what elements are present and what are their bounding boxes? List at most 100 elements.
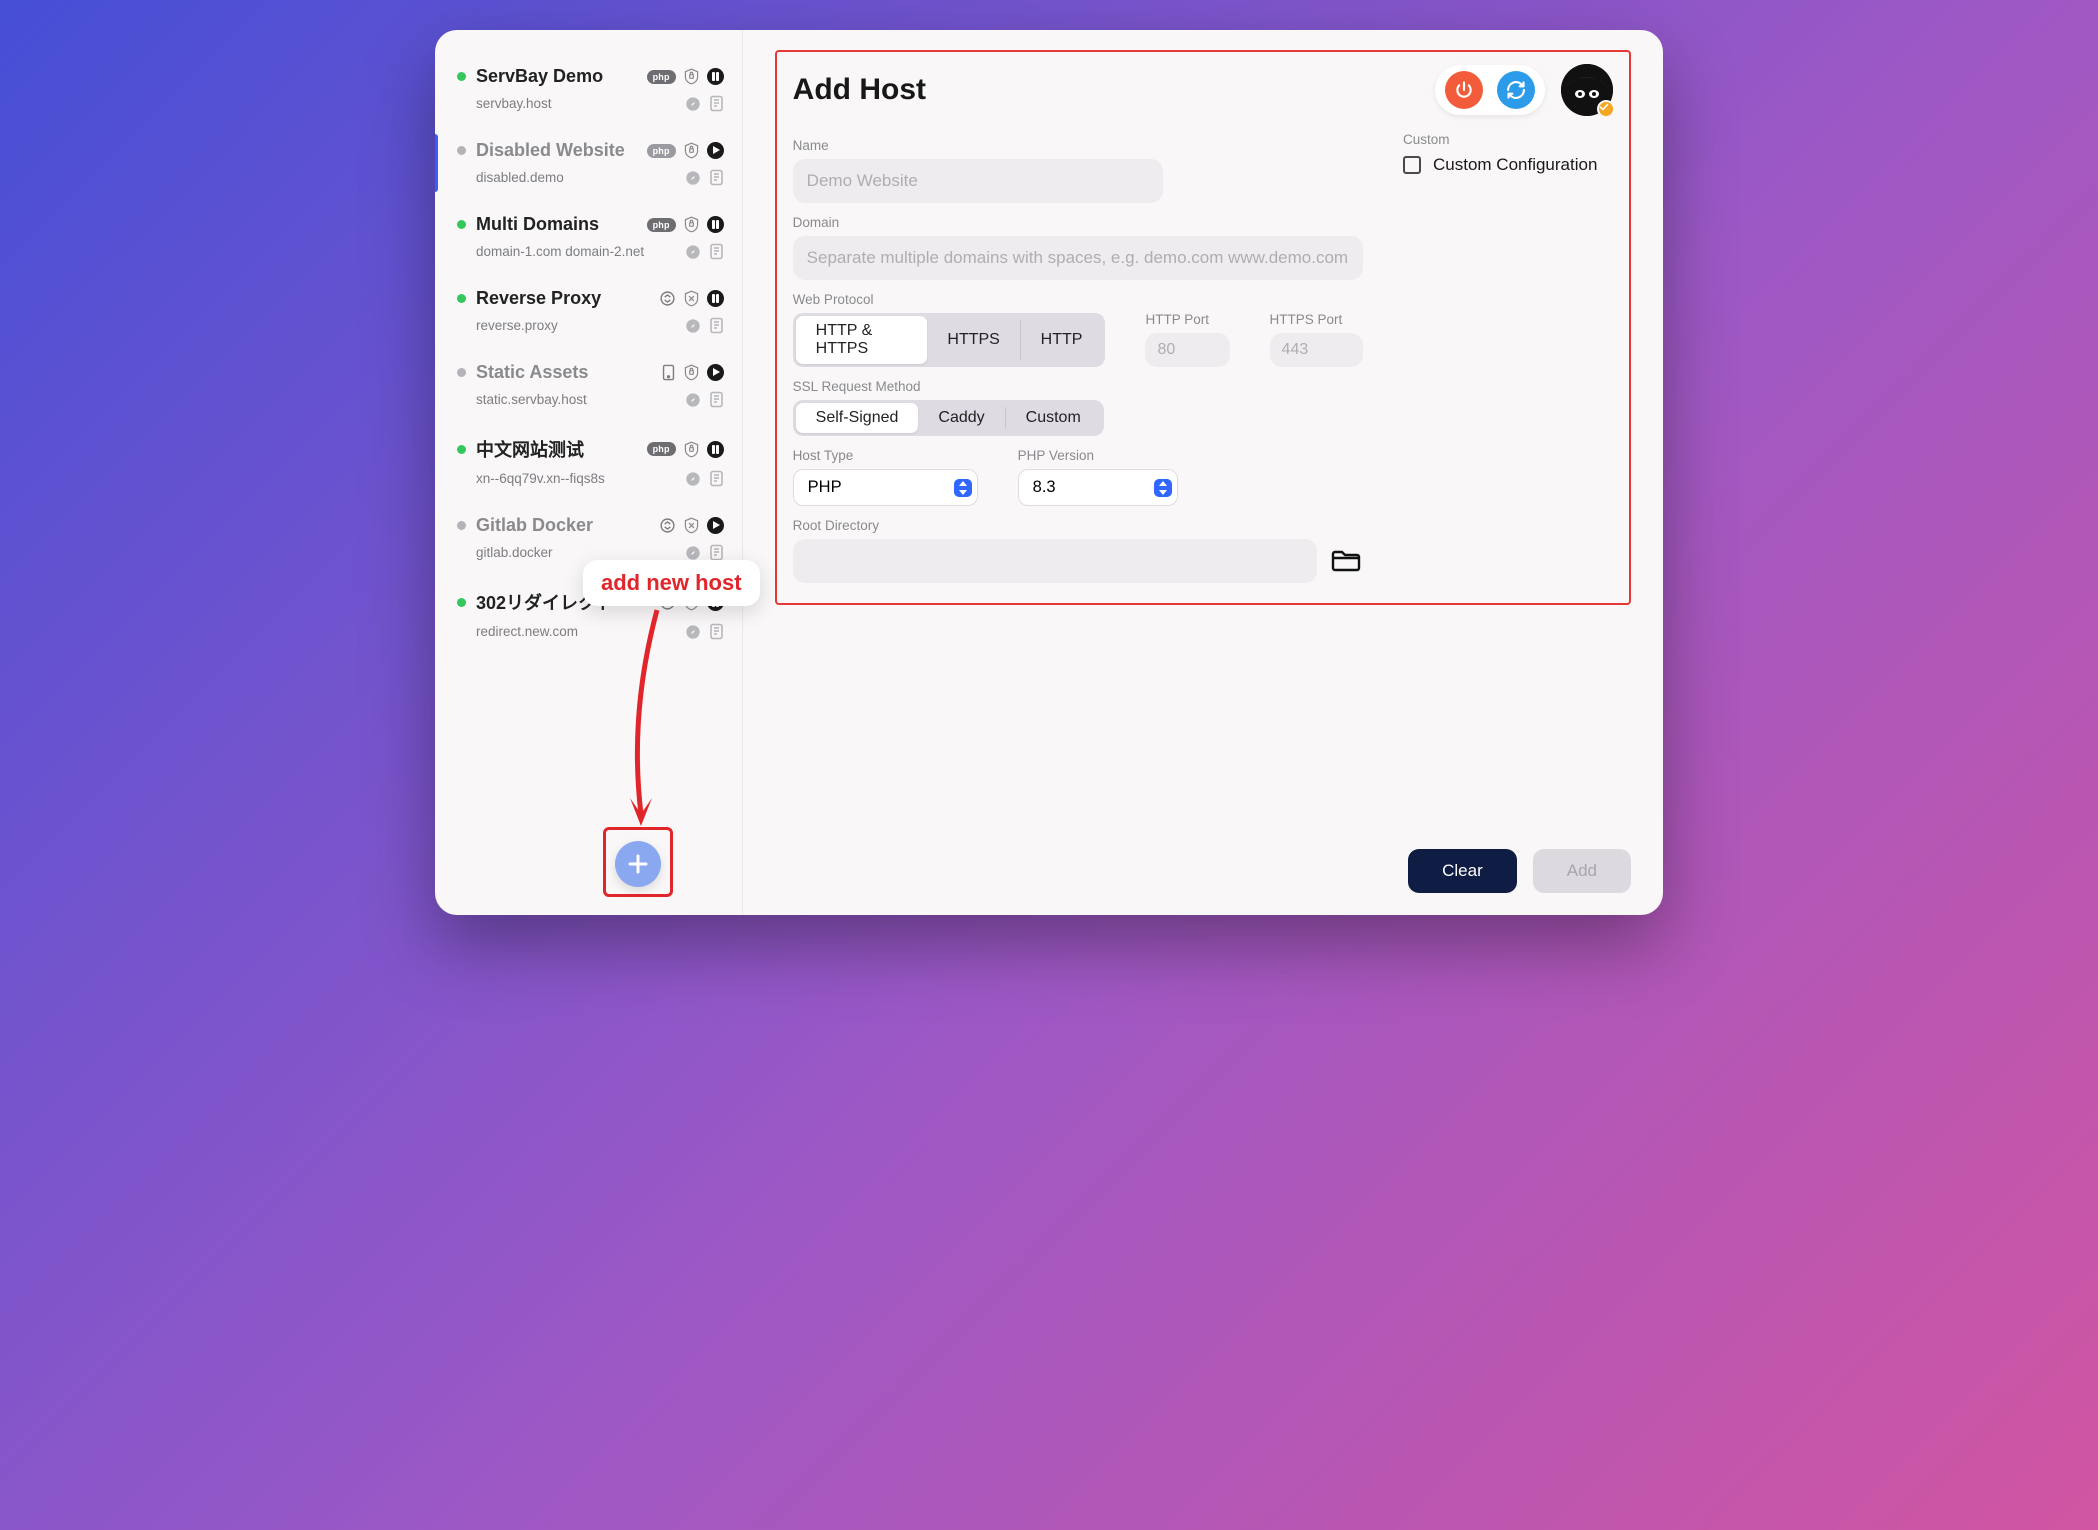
sidebar-host-item[interactable]: Disabled Website php disabled.demo <box>435 126 742 200</box>
verified-badge-icon <box>1597 100 1615 118</box>
add-button[interactable]: Add <box>1533 849 1631 893</box>
status-dot-icon <box>457 294 466 303</box>
compass-icon[interactable] <box>685 318 701 334</box>
host-mini-icons <box>685 169 724 186</box>
ssl-method-segmented: Self-Signed Caddy Custom <box>793 400 1104 436</box>
user-avatar[interactable] <box>1561 64 1613 116</box>
https-port-input[interactable] <box>1270 333 1363 367</box>
ssl-option-self-signed[interactable]: Self-Signed <box>796 403 919 433</box>
host-badges: php <box>647 68 724 85</box>
note-icon[interactable] <box>709 544 724 561</box>
compass-icon[interactable] <box>685 545 701 561</box>
redirect-icon <box>659 594 676 611</box>
custom-config-checkbox[interactable] <box>1403 156 1421 174</box>
form-header: Add Host <box>793 64 1613 116</box>
root-directory-input[interactable] <box>793 539 1317 583</box>
play-button[interactable] <box>707 364 724 381</box>
play-button[interactable] <box>707 517 724 534</box>
host-badges <box>659 594 724 611</box>
host-type-label: Host Type <box>793 448 978 463</box>
status-dot-icon <box>457 598 466 607</box>
custom-section-label: Custom <box>1403 132 1613 147</box>
host-type-value: PHP <box>808 478 842 496</box>
chevron-updown-icon <box>1154 479 1172 497</box>
status-dot-icon <box>457 72 466 81</box>
form-footer: Clear Add <box>775 829 1631 893</box>
web-protocol-segmented: HTTP & HTTPS HTTPS HTTP <box>793 313 1106 367</box>
choose-folder-button[interactable] <box>1329 544 1363 578</box>
power-button[interactable] <box>1445 71 1483 109</box>
host-domain: servbay.host <box>476 96 675 111</box>
compass-icon[interactable] <box>685 170 701 186</box>
compass-icon[interactable] <box>685 96 701 112</box>
status-dot-icon <box>457 146 466 155</box>
host-title: Static Assets <box>476 362 651 383</box>
sidebar-host-item[interactable]: 302リダイレクト redirect.new.com <box>435 575 742 654</box>
host-type-select[interactable]: PHP <box>793 469 978 506</box>
compass-icon[interactable] <box>685 392 701 408</box>
domain-label: Domain <box>793 215 1363 230</box>
host-mini-icons <box>685 243 724 260</box>
pause-button[interactable] <box>707 290 724 307</box>
pause-button[interactable] <box>707 594 724 611</box>
web-protocol-label: Web Protocol <box>793 292 1106 307</box>
host-badges <box>659 517 724 534</box>
pause-button[interactable] <box>707 216 724 233</box>
host-mini-icons <box>685 391 724 408</box>
domain-input[interactable] <box>793 236 1363 280</box>
php-badge-icon: php <box>647 442 676 456</box>
play-button[interactable] <box>707 142 724 159</box>
status-dot-icon <box>457 368 466 377</box>
note-icon[interactable] <box>709 169 724 186</box>
reload-icon <box>1506 80 1526 100</box>
sidebar-host-item[interactable]: 中文网站测试 php xn--6qq79v.xn--fiqs8s <box>435 422 742 501</box>
add-host-button[interactable] <box>615 841 661 887</box>
http-port-input[interactable] <box>1145 333 1229 367</box>
host-badges <box>661 364 724 381</box>
ssl-option-caddy[interactable]: Caddy <box>918 403 1004 433</box>
http-port-label: HTTP Port <box>1145 312 1229 327</box>
reload-button[interactable] <box>1497 71 1535 109</box>
https-port-label: HTTPS Port <box>1270 312 1363 327</box>
compass-icon[interactable] <box>685 244 701 260</box>
main-panel: Add Host <box>743 30 1663 915</box>
host-mini-icons <box>685 470 724 487</box>
host-domain: reverse.proxy <box>476 318 675 333</box>
status-dot-icon <box>457 521 466 530</box>
shield-icon <box>684 216 699 233</box>
protocol-option-https[interactable]: HTTPS <box>927 316 1019 364</box>
shield-icon <box>684 364 699 381</box>
sidebar-host-item[interactable]: Static Assets static.servbay.host <box>435 348 742 422</box>
php-badge-icon: php <box>647 144 676 158</box>
pause-button[interactable] <box>707 68 724 85</box>
sidebar-host-item[interactable]: ServBay Demo php servbay.host <box>435 52 742 126</box>
clear-button[interactable]: Clear <box>1408 849 1517 893</box>
host-title: Reverse Proxy <box>476 288 649 309</box>
php-badge-icon: php <box>647 218 676 232</box>
protocol-option-http-https[interactable]: HTTP & HTTPS <box>796 316 928 364</box>
note-icon[interactable] <box>709 623 724 640</box>
host-domain: redirect.new.com <box>476 624 675 639</box>
note-icon[interactable] <box>709 95 724 112</box>
host-badges: php <box>647 216 724 233</box>
form-column-main: Name Domain Web Protocol HTTP & HTTPS HT… <box>793 132 1363 583</box>
note-icon[interactable] <box>709 317 724 334</box>
host-domain: gitlab.docker <box>476 545 675 560</box>
compass-icon[interactable] <box>685 624 701 640</box>
name-input[interactable] <box>793 159 1163 203</box>
proxy-icon <box>659 290 676 307</box>
compass-icon[interactable] <box>685 471 701 487</box>
sidebar-host-item[interactable]: Reverse Proxy reverse.proxy <box>435 274 742 348</box>
plus-icon <box>626 852 650 876</box>
host-domain: xn--6qq79v.xn--fiqs8s <box>476 471 675 486</box>
host-title: Multi Domains <box>476 214 637 235</box>
pause-button[interactable] <box>707 441 724 458</box>
folder-icon <box>1331 548 1361 574</box>
note-icon[interactable] <box>709 243 724 260</box>
protocol-option-http[interactable]: HTTP <box>1021 316 1103 364</box>
note-icon[interactable] <box>709 391 724 408</box>
sidebar-host-item[interactable]: Multi Domains php domain-1.com domain-2.… <box>435 200 742 274</box>
sidebar-host-item[interactable]: Gitlab Docker gitlab.docker <box>435 501 742 575</box>
note-icon[interactable] <box>709 470 724 487</box>
ssl-option-custom[interactable]: Custom <box>1006 403 1101 433</box>
